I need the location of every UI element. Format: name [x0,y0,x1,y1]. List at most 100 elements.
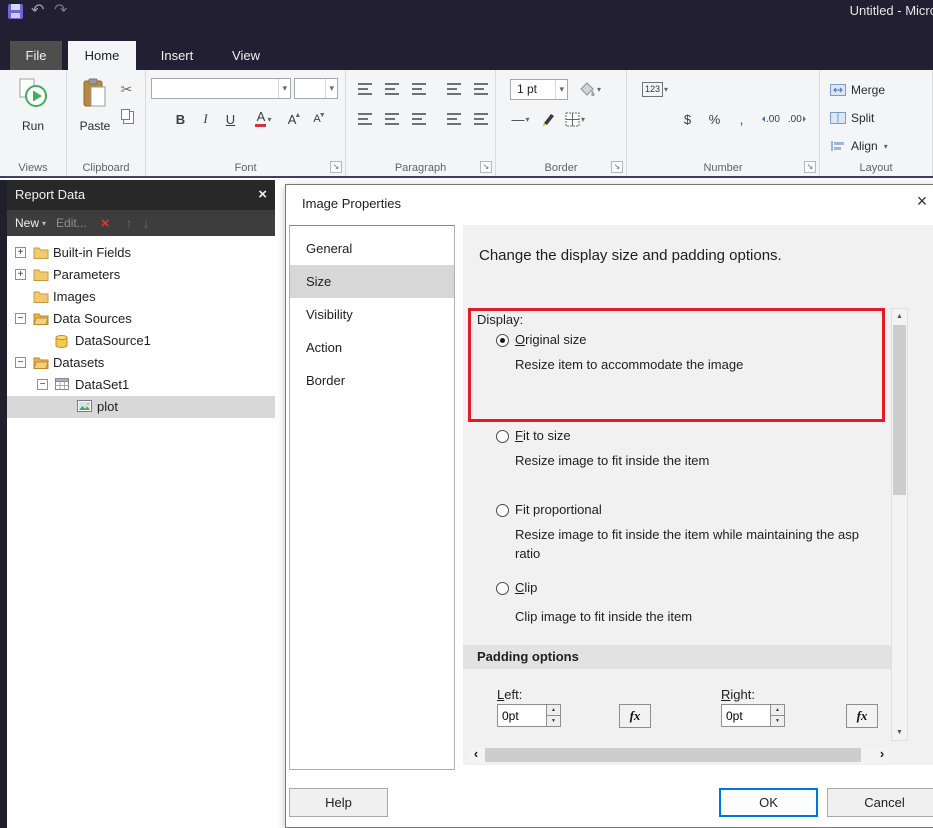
redo-icon[interactable]: ↷ [54,0,67,22]
ok-button[interactable]: OK [719,788,818,817]
align-bottom-button[interactable] [408,78,429,100]
line-style-button[interactable]: — ▾ [510,108,531,130]
border-width-select[interactable]: 1 pt ▾ [510,78,568,100]
nav-item-general[interactable]: General [290,232,454,265]
vertical-scrollbar[interactable]: ▲ ▼ [891,308,908,741]
tab-home[interactable]: Home [68,41,136,70]
scroll-left-icon[interactable]: ‹ [469,747,483,763]
collapse-icon[interactable]: − [15,357,26,368]
ribbon-group-number: 123 ▾ $ % , .00 .00 ↘ Number [627,70,820,176]
right-padding-fx-button[interactable]: fx [846,704,878,728]
nav-item-border[interactable]: Border [290,364,454,397]
collapse-icon[interactable]: − [15,313,26,324]
bold-button[interactable]: B [170,108,191,130]
nav-item-visibility[interactable]: Visibility [290,298,454,331]
tree-item-dataset1[interactable]: − DataSet1 [7,374,275,396]
align-top-button[interactable] [354,78,375,100]
move-up-button[interactable]: ↑ [125,215,132,231]
indent-increase-icon [473,83,488,95]
shrink-font-button[interactable]: A ▼ [309,108,330,130]
edit-button[interactable]: Edit... [56,216,87,230]
vertical-scroll-thumb[interactable] [893,325,906,495]
tree-item-parameters[interactable]: + Parameters [7,264,275,286]
underline-button[interactable]: U [220,108,241,130]
tree-item-datasets[interactable]: − Datasets [7,352,275,374]
nav-item-action[interactable]: Action [290,331,454,364]
expand-icon[interactable]: + [15,247,26,258]
font-family-select[interactable]: ▾ [151,78,291,99]
option-fit-proportional-label[interactable]: Fit proportional [515,502,602,517]
group-label-clipboard: Clipboard [82,162,130,174]
horizontal-scrollbar[interactable]: ‹ › [469,747,889,763]
indent-decrease-button[interactable] [443,78,464,100]
tree-item-plot[interactable]: plot [7,396,275,418]
align-button[interactable]: Align ▾ [830,136,888,156]
paste-button[interactable]: Paste [69,78,121,133]
copy-button[interactable] [116,104,137,126]
option-clip-label[interactable]: Clip [515,580,537,595]
close-icon[interactable]: × [258,180,267,210]
tree-item-images[interactable]: Images [7,286,275,308]
scroll-up-icon[interactable]: ▲ [892,309,907,324]
currency-button[interactable]: $ [677,108,698,130]
number-list-button[interactable] [470,108,491,130]
horizontal-scroll-thumb[interactable] [485,748,861,762]
left-padding-fx-button[interactable]: fx [619,704,651,728]
grow-font-button[interactable]: A ▲ [284,108,305,130]
tree-item-datasource1[interactable]: DataSource1 [7,330,275,352]
tree-item-data-sources[interactable]: − Data Sources [7,308,275,330]
decrease-decimal-button[interactable]: .00 [787,108,810,130]
fill-color-button[interactable]: ▾ [577,78,602,100]
indent-increase-button[interactable] [470,78,491,100]
right-padding-input[interactable] [721,704,770,727]
run-button[interactable]: Run [7,78,59,133]
spin-up-icon[interactable]: ▲ [546,704,561,716]
align-middle-button[interactable] [381,78,402,100]
number-list-icon [473,113,488,125]
radio-fit-proportional[interactable] [496,504,509,517]
tree-item-built-in-fields[interactable]: + Built-in Fields [7,242,275,264]
radio-clip[interactable] [496,582,509,595]
align-right-button[interactable] [408,108,429,130]
cut-button[interactable]: ✂ [116,78,137,100]
spin-down-icon[interactable]: ▼ [546,716,561,727]
save-icon[interactable] [8,4,23,19]
move-down-button[interactable]: ↓ [142,215,149,231]
help-button[interactable]: Help [289,788,388,817]
align-left-button[interactable] [354,108,375,130]
radio-fit-to-size[interactable] [496,430,509,443]
cancel-button[interactable]: Cancel [827,788,933,817]
merge-button[interactable]: Merge [830,80,885,100]
comma-button[interactable]: , [731,108,752,130]
scroll-right-icon[interactable]: › [875,747,889,763]
undo-icon[interactable]: ↶ [31,0,44,22]
close-icon[interactable]: × [908,191,933,212]
nav-item-size[interactable]: Size [290,265,454,298]
font-color-button[interactable]: A ▾ [253,108,274,130]
expand-icon[interactable]: + [15,269,26,280]
tab-file[interactable]: File [10,41,62,70]
font-size-select[interactable]: ▾ [294,78,338,99]
percent-button[interactable]: % [704,108,725,130]
spin-down-icon[interactable]: ▼ [770,716,785,727]
borders-button[interactable]: ▾ [564,108,586,130]
left-padding-input[interactable] [497,704,546,727]
increase-decimal-button[interactable]: .00 [758,108,781,130]
delete-button[interactable]: × [101,215,110,232]
scroll-down-icon[interactable]: ▼ [892,725,907,740]
collapse-icon[interactable]: − [37,379,48,390]
new-button[interactable]: New [15,216,39,230]
number-format-button[interactable]: 123 ▾ [641,78,669,100]
option-clip-desc: Clip image to fit inside the item [515,609,693,624]
annotation-red-box [468,308,885,422]
option-fit-to-size-label[interactable]: Fit to size [515,428,571,443]
spin-up-icon[interactable]: ▲ [770,704,785,716]
tab-view[interactable]: View [218,41,274,70]
paste-label: Paste [79,119,111,133]
line-color-button[interactable] [537,108,558,130]
split-button[interactable]: Split [830,108,874,128]
italic-button[interactable]: I [195,108,216,130]
tab-insert[interactable]: Insert [146,41,208,70]
bullet-list-button[interactable] [443,108,464,130]
align-center-button[interactable] [381,108,402,130]
